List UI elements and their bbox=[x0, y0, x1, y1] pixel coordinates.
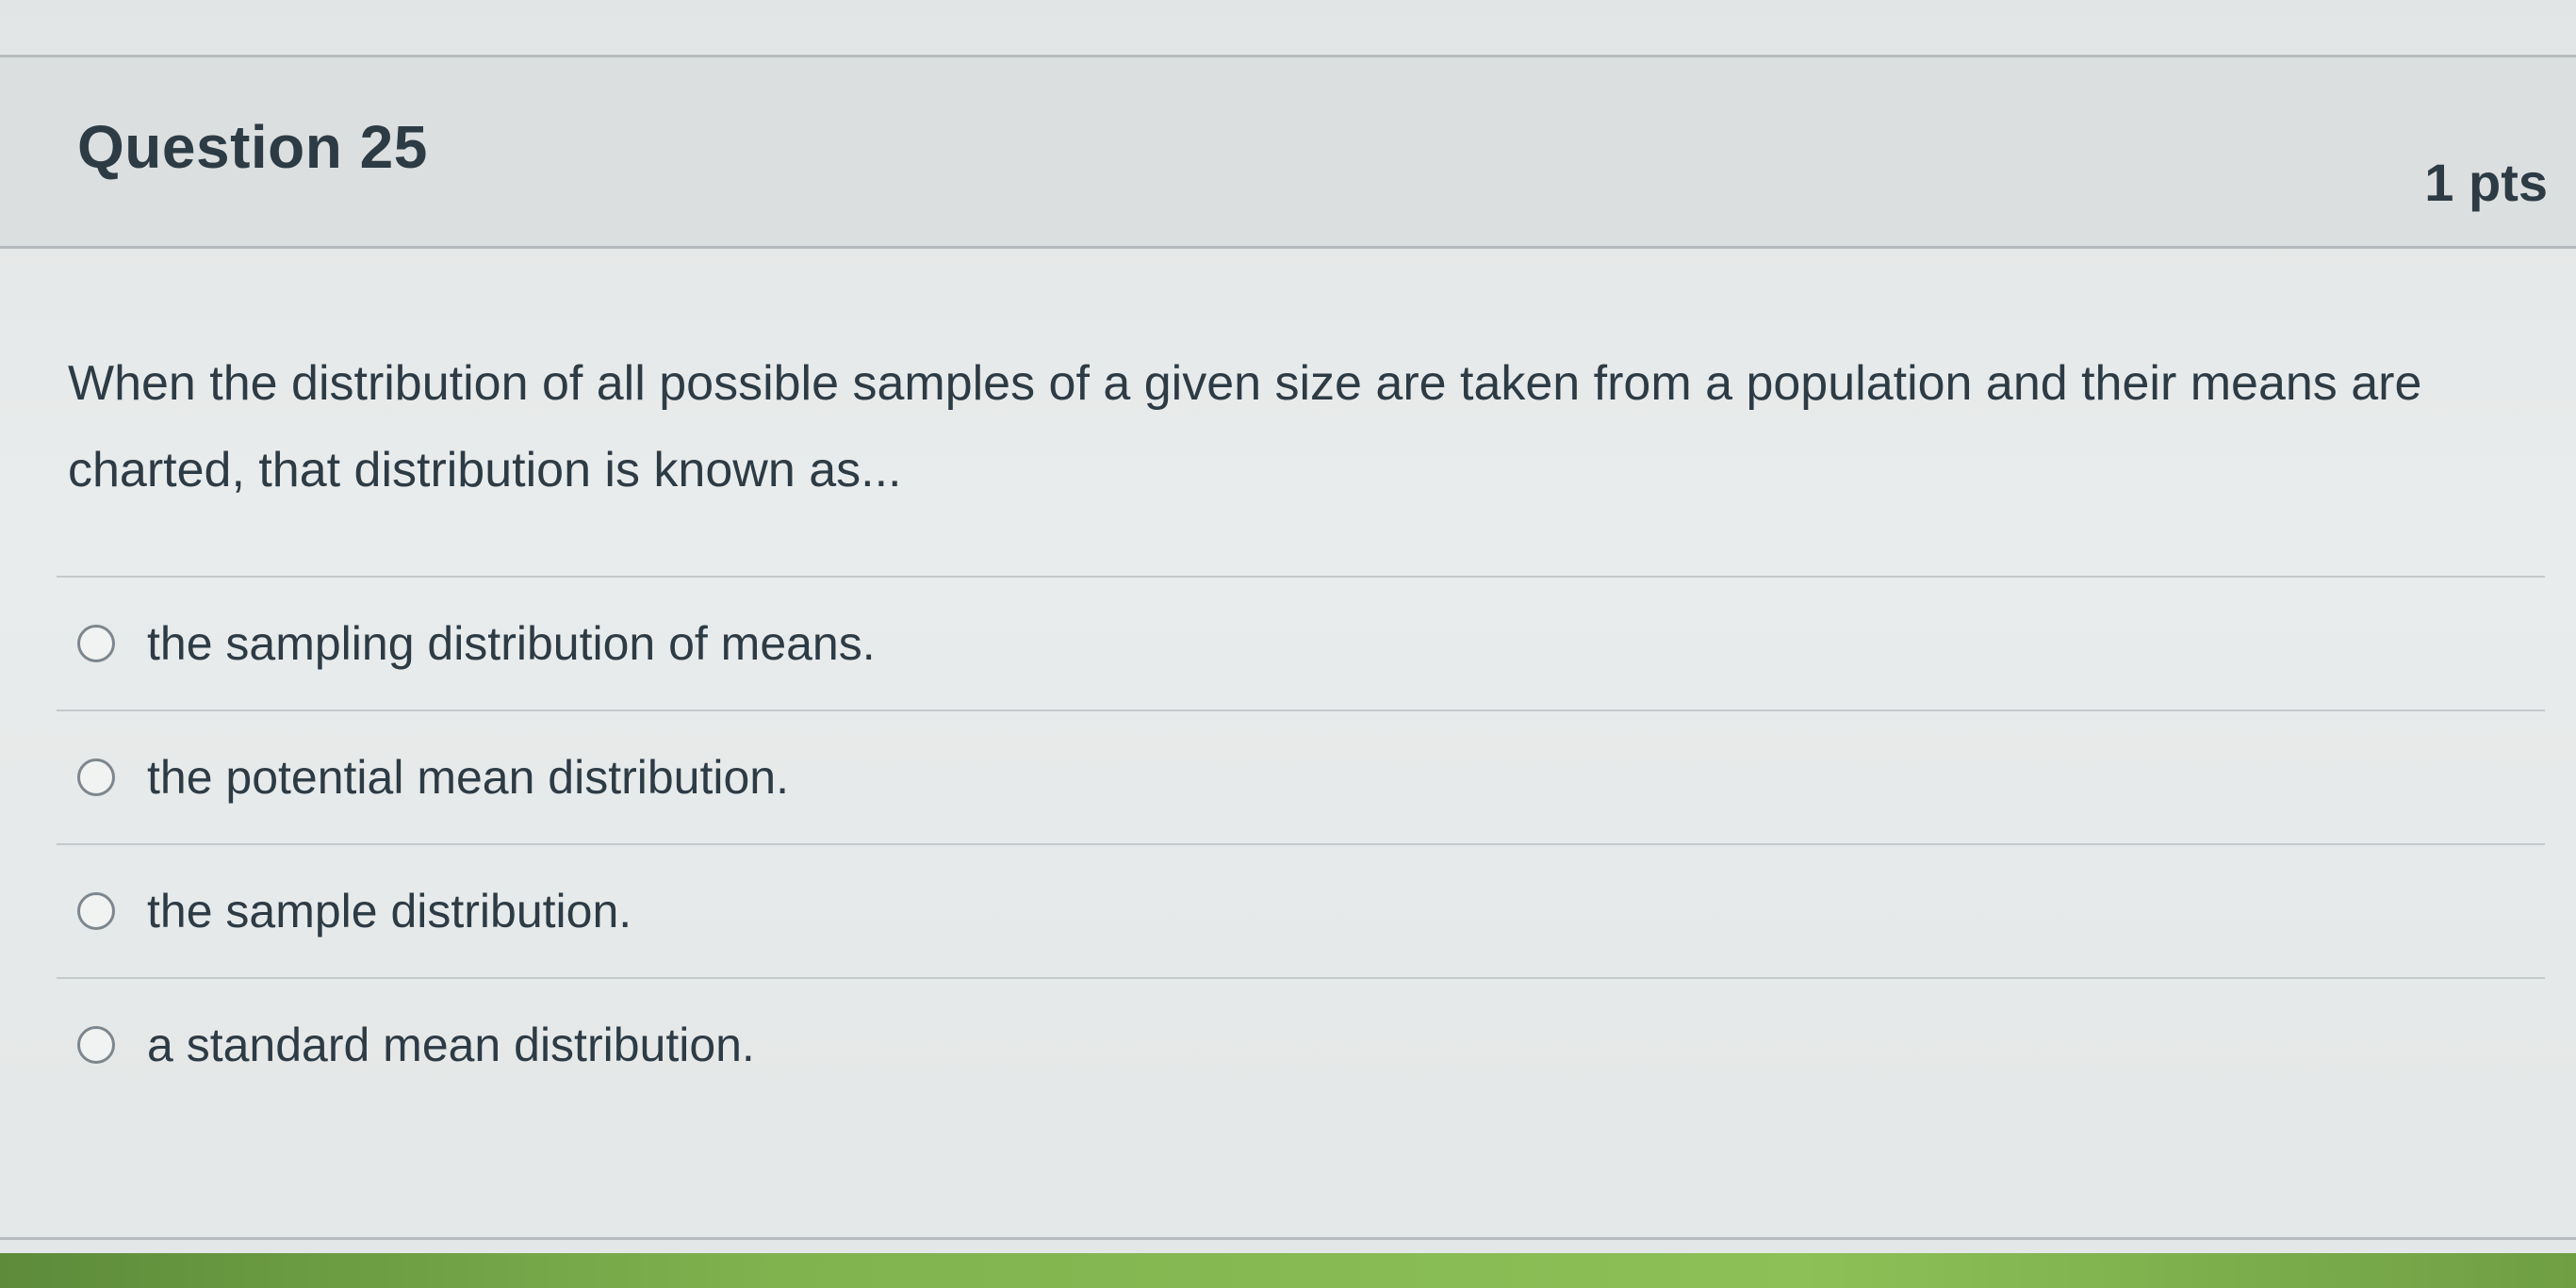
bottom-accent-bar bbox=[0, 1253, 2576, 1288]
question-footer-divider bbox=[0, 1237, 2576, 1240]
answer-label: the potential mean distribution. bbox=[147, 751, 789, 804]
screen: Question 25 1 pts When the distribution … bbox=[0, 0, 2576, 1288]
answer-option[interactable]: the sample distribution. bbox=[57, 843, 2545, 977]
answer-label: the sample distribution. bbox=[147, 885, 632, 937]
question-text: When the distribution of all possible sa… bbox=[68, 356, 2422, 497]
radio-button[interactable] bbox=[77, 758, 115, 796]
question-header: Question 25 1 pts bbox=[0, 57, 2576, 249]
question-title: Question 25 bbox=[77, 113, 428, 181]
answer-option[interactable]: the potential mean distribution. bbox=[57, 709, 2545, 843]
answer-option[interactable]: a standard mean distribution. bbox=[57, 977, 2545, 1111]
question-points: 1 pts bbox=[2424, 153, 2548, 212]
answer-option[interactable]: the sampling distribution of means. bbox=[57, 576, 2545, 709]
quiz-question: Question 25 1 pts When the distribution … bbox=[0, 55, 2576, 1240]
radio-button[interactable] bbox=[77, 1026, 115, 1064]
radio-button[interactable] bbox=[77, 625, 115, 662]
radio-button[interactable] bbox=[77, 892, 115, 930]
answer-list: the sampling distribution of means. the … bbox=[57, 576, 2545, 1111]
answer-label: a standard mean distribution. bbox=[147, 1019, 755, 1071]
answer-label: the sampling distribution of means. bbox=[147, 617, 876, 670]
